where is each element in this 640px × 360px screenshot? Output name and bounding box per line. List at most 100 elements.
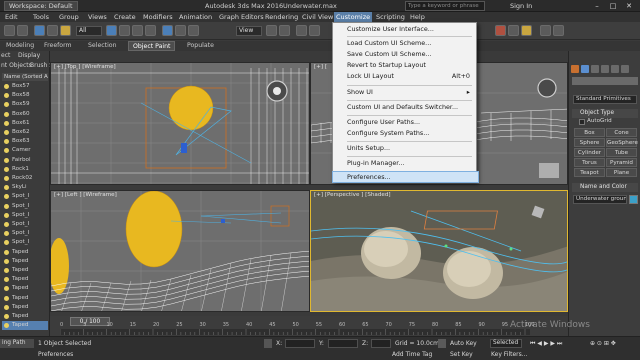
autogrid-checkbox[interactable]	[579, 119, 585, 125]
key-icon[interactable]	[438, 339, 446, 348]
scene-list-item[interactable]: Rock1	[2, 165, 48, 174]
nav-icons[interactable]: ⊕ ⊙ ⊞ ✥	[590, 340, 616, 347]
visibility-bulb-icon[interactable]	[4, 157, 9, 163]
primitive-type-select[interactable]: Standard Primitives	[573, 95, 637, 104]
sign-in-link[interactable]: Sign In	[510, 1, 532, 11]
cylinder-button[interactable]: Cylinder	[574, 148, 605, 157]
name-column-header[interactable]: Name (Sorted Ascen	[2, 73, 48, 81]
menu-item-revert-to-startup-layout[interactable]: Revert to Startup Layout	[333, 60, 478, 71]
scene-list-item[interactable]: Rock02	[2, 174, 48, 183]
tab-selection[interactable]: Selection	[84, 41, 121, 51]
visibility-bulb-icon[interactable]	[4, 323, 9, 329]
menu-modifiers[interactable]: Modifiers	[141, 12, 175, 22]
visibility-bulb-icon[interactable]	[4, 194, 9, 200]
scene-list-item[interactable]: Spot_I	[2, 229, 48, 238]
scale-icon[interactable]	[188, 25, 199, 36]
render-icon[interactable]	[521, 25, 532, 36]
torus-button[interactable]: Torus	[574, 158, 605, 167]
visibility-bulb-icon[interactable]	[4, 185, 9, 191]
visibility-bulb-icon[interactable]	[4, 268, 9, 273]
scene-list-item[interactable]: Taped	[2, 248, 48, 257]
add-time-tag[interactable]: Add Time Tag	[392, 350, 432, 359]
x-coord-field[interactable]	[285, 339, 315, 348]
visibility-bulb-icon[interactable]	[4, 212, 9, 218]
hierarchy-tab-icon[interactable]	[591, 65, 599, 73]
tab-freeform[interactable]: Freeform	[40, 41, 76, 51]
viewport-top-label[interactable]: [+] [Top ] [Wireframe]	[54, 64, 116, 70]
snap-toggle-icon[interactable]	[296, 25, 307, 36]
search-input[interactable]: Type a keyword or phrase	[405, 1, 485, 11]
menu-civil-view[interactable]: Civil View	[300, 12, 335, 22]
scene-list-item[interactable]: Taped	[2, 266, 48, 275]
material-editor-icon[interactable]	[540, 25, 551, 36]
menu-item-custom-ui-and-defaults-switcher[interactable]: Custom UI and Defaults Switcher...	[333, 102, 478, 113]
window-crossing-icon[interactable]	[145, 25, 156, 36]
plane-button[interactable]: Plane	[606, 168, 637, 177]
key-mode-select[interactable]: Selected	[490, 339, 522, 348]
viewport-perspective-label[interactable]: [+] [Perspective ] [Shaded]	[314, 192, 391, 198]
angle-snap-icon[interactable]	[309, 25, 320, 36]
visibility-bulb-icon[interactable]	[4, 93, 9, 99]
teapot-button[interactable]: Teapot	[574, 168, 605, 177]
max-script-listener[interactable]: ing Path	[0, 339, 34, 348]
viewport-front-label[interactable]: [+] [	[314, 64, 327, 70]
unlink-icon[interactable]	[47, 25, 58, 36]
selection-filter[interactable]: All	[76, 26, 102, 36]
menu-rendering[interactable]: Rendering	[263, 12, 300, 22]
menu-item-lock-ui-layout[interactable]: Lock UI Layout Alt+0	[333, 71, 478, 82]
tube-button[interactable]: Tube	[606, 148, 637, 157]
menu-item-units-setup[interactable]: Units Setup...	[333, 143, 478, 154]
visibility-bulb-icon[interactable]	[4, 258, 9, 264]
playback-icons[interactable]: ⏮ ◀ ▶ ▶ ⏭	[530, 340, 562, 347]
scene-list-item[interactable]: Box57	[2, 82, 48, 91]
scene-list-item[interactable]: Taped	[2, 257, 48, 266]
tab-display[interactable]: Display	[18, 51, 40, 61]
menu-item-show-ui[interactable]: Show UI ▸	[333, 87, 478, 98]
scene-list-item[interactable]: Box58	[2, 91, 48, 100]
menu-item-configure-system-paths[interactable]: Configure System Paths...	[333, 128, 478, 139]
workspace-select[interactable]: Workspace: Default	[4, 1, 78, 11]
menu-item-preferences[interactable]: Preferences...	[332, 171, 479, 183]
rotate-icon[interactable]	[175, 25, 186, 36]
menu-group[interactable]: Group	[57, 12, 81, 22]
scene-list-item[interactable]: Box61	[2, 119, 48, 128]
sphere-button[interactable]: Sphere	[574, 138, 605, 147]
scene-list-item[interactable]: Box60	[2, 110, 48, 119]
tab-brush-settings[interactable]: Brush Settings	[30, 61, 50, 71]
reference-coord-select[interactable]: View	[236, 26, 262, 36]
display-tab-icon[interactable]	[611, 65, 619, 73]
create-tab-icon[interactable]	[571, 65, 579, 73]
scene-list-item[interactable]: SkyLi	[2, 183, 48, 192]
scene-list-item[interactable]: Spot_I	[2, 211, 48, 220]
box-button[interactable]: Box	[574, 128, 605, 137]
visibility-bulb-icon[interactable]	[4, 286, 9, 292]
modify-tab-icon[interactable]	[581, 65, 589, 73]
tab-paint-objects[interactable]: nt Objects	[1, 61, 32, 71]
playback-controls[interactable]: ⏮ ◀ ▶ ▶ ⏭	[530, 339, 580, 348]
motion-tab-icon[interactable]	[601, 65, 609, 73]
menu-graph-editors[interactable]: Graph Editors	[217, 12, 266, 22]
cone-button[interactable]: Cone	[606, 128, 637, 137]
object-name-input[interactable]: Underwater ground	[573, 195, 627, 204]
tab-modeling[interactable]: Modeling	[2, 41, 38, 51]
menu-views[interactable]: Views	[86, 12, 109, 22]
visibility-bulb-icon[interactable]	[4, 130, 9, 135]
scene-list-item[interactable]: Taped	[2, 284, 48, 293]
scene-list-item[interactable]: Spot_I	[2, 220, 48, 229]
menu-item-load-custom-ui-scheme[interactable]: Load Custom UI Scheme...	[333, 38, 478, 49]
viewport-top[interactable]: [+] [Top ] [Wireframe]	[50, 62, 310, 185]
key-filters-button[interactable]: Key Filters...	[491, 350, 528, 359]
rendered-frame-icon[interactable]	[508, 25, 519, 36]
menu-scripting[interactable]: Scripting	[374, 12, 407, 22]
visibility-bulb-icon[interactable]	[4, 222, 9, 227]
lock-selection-icon[interactable]	[264, 339, 272, 348]
visibility-bulb-icon[interactable]	[4, 295, 9, 301]
menu-animation[interactable]: Animation	[177, 12, 214, 22]
scene-list-item[interactable]: Taped	[2, 312, 48, 321]
render-setup-icon[interactable]	[495, 25, 506, 36]
object-type-header[interactable]: Object Type	[572, 109, 638, 118]
curve-editor-icon[interactable]	[553, 25, 564, 36]
scene-list-item[interactable]: Taped	[2, 275, 48, 284]
visibility-bulb-icon[interactable]	[4, 139, 9, 145]
menu-item-configure-user-paths[interactable]: Configure User Paths...	[333, 117, 478, 128]
